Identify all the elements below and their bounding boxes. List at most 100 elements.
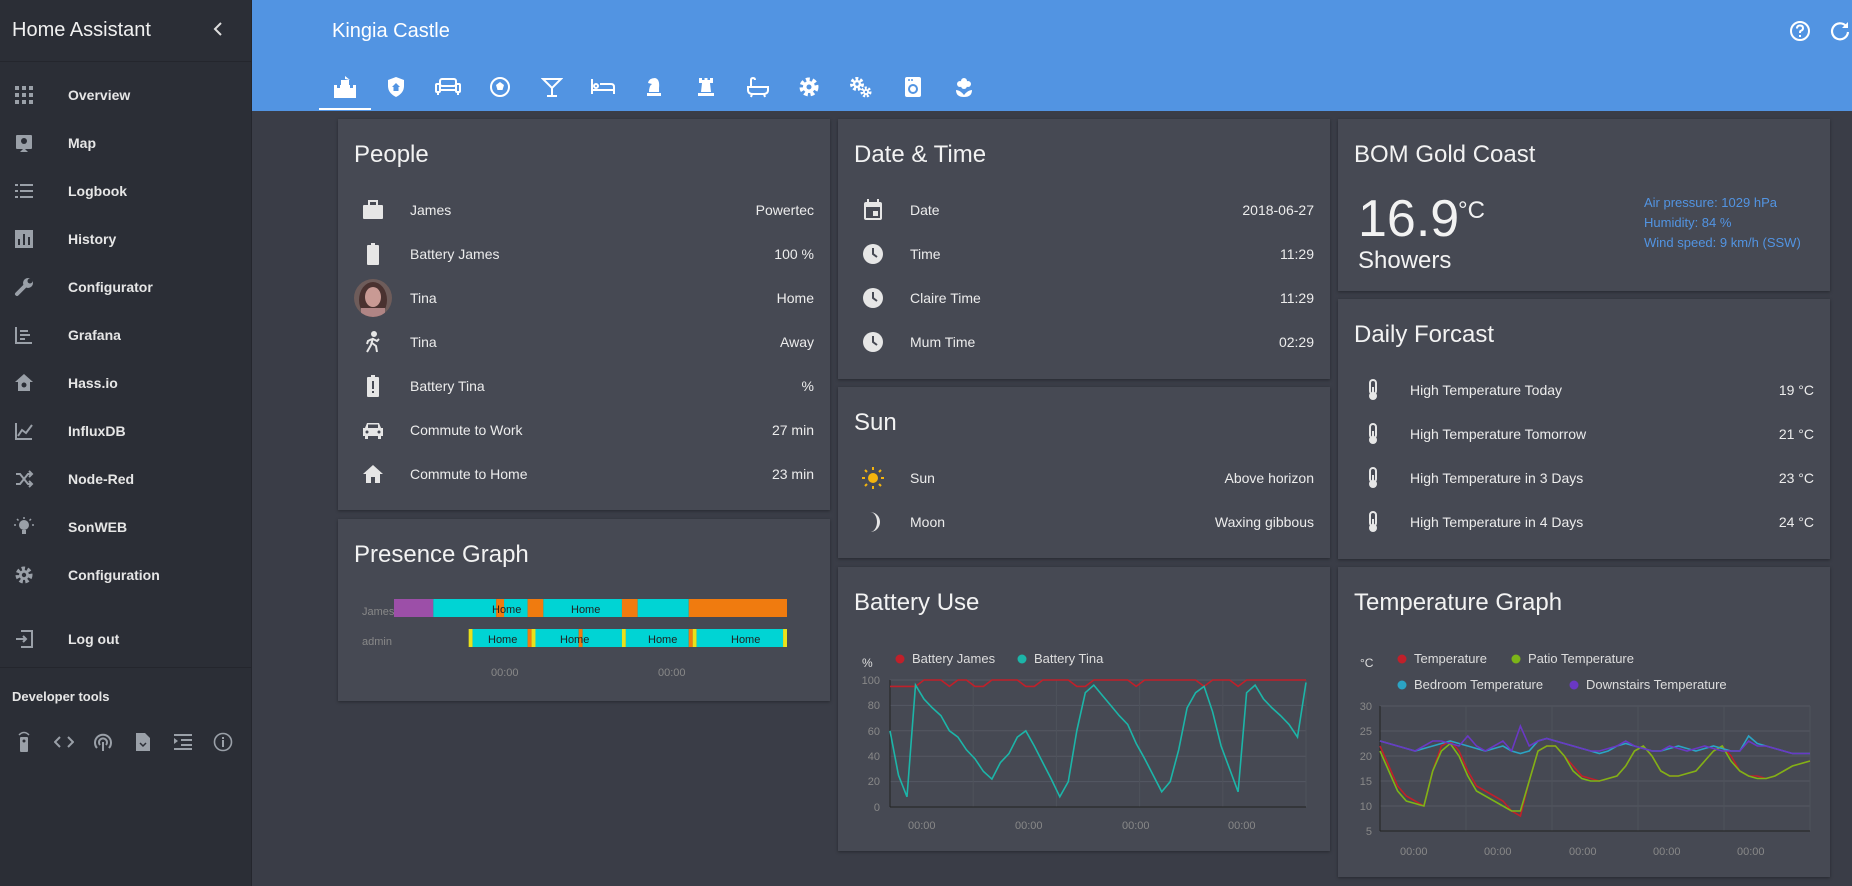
entity-row[interactable]: Claire Time 11:29 [838, 283, 1330, 313]
timeline-segment [637, 599, 689, 617]
file-icon[interactable] [131, 730, 155, 754]
legend-label: Battery James [912, 651, 996, 666]
tab-security[interactable] [370, 70, 422, 110]
entity-row[interactable]: Moon Waxing gibbous [838, 507, 1330, 537]
entity-row[interactable]: High Temperature in 3 Days 23 °C [1338, 463, 1830, 493]
tab-bedroom[interactable] [577, 70, 629, 110]
tab-rook[interactable] [680, 70, 732, 110]
code-icon[interactable] [52, 730, 76, 754]
timeline-segment [692, 629, 697, 647]
entity-row[interactable]: James Powertec [338, 195, 830, 225]
temperature-graph-card: Temperature Graph °C Temperature Patio T… [1338, 567, 1830, 877]
tab-settings[interactable] [783, 70, 835, 110]
y-tick-label: 0 [874, 802, 880, 814]
entity-state: 2018-06-27 [1242, 202, 1314, 218]
tab-games[interactable] [474, 70, 526, 110]
y-axis-unit: °C [1360, 656, 1374, 670]
sidebar-item-hassio[interactable]: Hass.io [0, 363, 251, 403]
timeline-segment [688, 629, 693, 647]
settings-icon [798, 76, 820, 103]
bathtub-icon [746, 76, 770, 103]
wrench-icon [12, 275, 36, 299]
tab-lounge[interactable] [422, 70, 474, 110]
tab-bar[interactable] [526, 70, 578, 110]
entity-row[interactable]: High Temperature in 4 Days 24 °C [1338, 507, 1830, 537]
remote-icon[interactable] [12, 730, 36, 754]
entity-row[interactable]: High Temperature Tomorrow 21 °C [1338, 419, 1830, 449]
clock-icon [858, 327, 888, 357]
sidebar-divider [0, 667, 251, 668]
legend-label: Downstairs Temperature [1586, 677, 1727, 692]
tab-automation[interactable] [835, 70, 887, 110]
timeline-segment [621, 599, 638, 617]
briefcase-icon [358, 195, 388, 225]
hassio-icon [12, 371, 36, 395]
y-tick-label: 10 [1360, 801, 1372, 813]
entity-name: Date [910, 202, 940, 218]
help-icon[interactable] [1788, 19, 1812, 43]
battery-use-card: Battery Use % Battery James Battery Tina… [838, 567, 1330, 851]
sidebar-item-map[interactable]: Map [0, 123, 251, 163]
thermometer-icon [1358, 463, 1388, 493]
presence-timeline[interactable]: James admin Home Home Home Home Home Hom… [338, 519, 830, 701]
sidebar-item-label: Node-Red [68, 471, 135, 487]
moon-icon [858, 507, 888, 537]
indent-icon[interactable] [171, 730, 195, 754]
tab-laundry[interactable] [887, 70, 939, 110]
entity-name: Mum Time [910, 334, 976, 350]
legend-label: Battery Tina [1034, 651, 1104, 666]
sidebar-item-label: Configurator [68, 279, 153, 295]
x-tick-label: 00:00 [1122, 820, 1150, 832]
sidebar-item-grafana[interactable]: Grafana [0, 315, 251, 355]
tab-garden[interactable] [938, 70, 990, 110]
refresh-icon[interactable] [1828, 19, 1852, 43]
settings-cogs-icon [849, 76, 873, 103]
entity-name: Time [910, 246, 941, 262]
sidebar-item-influxdb[interactable]: InfluxDB [0, 411, 251, 451]
temperature-line-chart[interactable]: °C Temperature Patio Temperature Bedroom… [1338, 567, 1830, 877]
legend-swatch [1017, 654, 1027, 664]
collapse-sidebar-icon[interactable] [205, 18, 231, 44]
entity-row[interactable]: Time 11:29 [838, 239, 1330, 269]
sidebar-item-history[interactable]: History [0, 219, 251, 259]
entity-state: % [801, 378, 814, 394]
x-tick-label: 00:00 [1015, 820, 1043, 832]
entity-name: Sun [910, 470, 935, 486]
entity-row[interactable]: Mum Time 02:29 [838, 327, 1330, 357]
entity-state: 11:29 [1280, 290, 1314, 306]
entity-row[interactable]: Battery Tina % [338, 371, 830, 401]
entity-row[interactable]: Tina Home [338, 279, 830, 317]
sidebar-item-logbook[interactable]: Logbook [0, 171, 251, 211]
legend-swatch [1511, 654, 1521, 664]
y-tick-label: 30 [1360, 701, 1372, 713]
mqtt-icon[interactable] [91, 730, 115, 754]
entity-row[interactable]: Date 2018-06-27 [838, 195, 1330, 225]
series-line-battery-tina [889, 682, 1307, 799]
entity-row[interactable]: Commute to Work 27 min [338, 415, 830, 445]
sidebar-item-node-red[interactable]: Node-Red [0, 459, 251, 499]
timeline-tick-label: 00:00 [491, 667, 519, 679]
tab-bathroom[interactable] [732, 70, 784, 110]
battery-line-chart[interactable]: % Battery James Battery Tina 100 80 60 4… [838, 567, 1330, 851]
entity-row[interactable]: Sun Above horizon [838, 463, 1330, 493]
sidebar-item-log-out[interactable]: Log out [0, 619, 251, 659]
page-title: Kingia Castle [332, 20, 450, 42]
sidebar-item-configurator[interactable]: Configurator [0, 267, 251, 307]
sidebar-item-configuration[interactable]: Configuration [0, 555, 251, 595]
weather-pressure: Air pressure: 1029 hPa [1644, 195, 1777, 210]
entity-row[interactable]: Commute to Home 23 min [338, 459, 830, 489]
entity-state: 27 min [771, 422, 814, 438]
entity-row[interactable]: Tina Away [338, 327, 830, 357]
entity-row[interactable]: Battery James 100 % [338, 239, 830, 269]
weather-humidity: Humidity: 84 % [1644, 215, 1732, 230]
chart-series [889, 679, 1307, 799]
sidebar-item-overview[interactable]: Overview [0, 75, 251, 115]
sidebar-item-sonweb[interactable]: SonWEB [0, 507, 251, 547]
entity-state: 11:29 [1280, 246, 1314, 262]
tab-castle[interactable] [319, 70, 371, 110]
info-icon[interactable] [211, 730, 235, 754]
entity-row[interactable]: High Temperature Today 19 °C [1338, 375, 1830, 405]
tab-knight[interactable] [628, 70, 680, 110]
card-title: Daily Forcast [1354, 321, 1495, 348]
entity-state: 23 min [771, 466, 814, 482]
